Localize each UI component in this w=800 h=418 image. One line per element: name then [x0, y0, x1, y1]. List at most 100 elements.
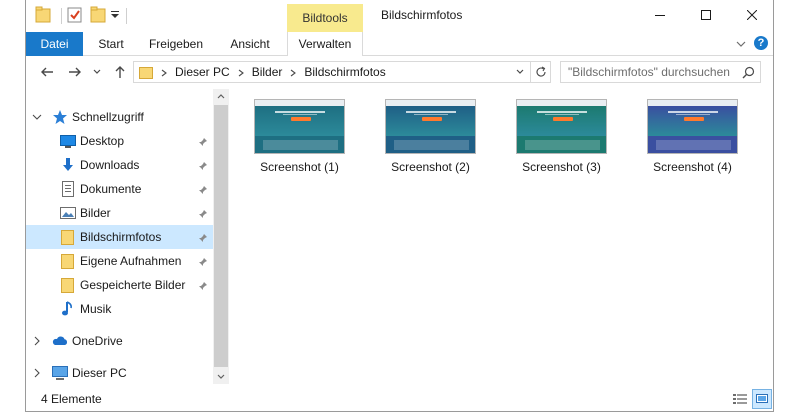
sidebar-item-downloads[interactable]: Downloads — [26, 153, 213, 177]
scrollbar-thumb[interactable] — [214, 105, 228, 367]
file-item[interactable]: Screenshot (1) — [241, 99, 351, 177]
folder-icon — [60, 229, 76, 245]
breadcrumb-bilder[interactable]: Bilder — [252, 65, 283, 79]
sidebar-item-gespeicherte-bilder[interactable]: Gespeicherte Bilder — [26, 273, 213, 297]
sidebar-item-label: Gespeicherte Bilder — [80, 278, 186, 292]
quick-access-folder-icon[interactable] — [35, 6, 51, 24]
sidebar-item-label: Bildschirmfotos — [80, 230, 162, 244]
quick-access-divider — [61, 8, 62, 24]
pin-icon[interactable] — [198, 208, 208, 218]
sidebar-item-bildschirmfotos[interactable]: Bildschirmfotos — [26, 225, 213, 249]
download-icon — [60, 157, 76, 173]
star-icon — [52, 109, 68, 125]
chevron-right-icon[interactable] — [157, 67, 171, 77]
refresh-icon[interactable] — [531, 61, 551, 83]
minimize-button[interactable] — [637, 0, 683, 30]
sidebar-item-dokumente[interactable]: Dokumente — [26, 177, 213, 201]
image-thumbnail — [385, 99, 476, 154]
context-tab-header: Bildtools — [287, 4, 363, 32]
sidebar-item-label: Dieser PC — [72, 366, 127, 380]
maximize-button[interactable] — [683, 0, 729, 30]
sidebar-item-musik[interactable]: Musik — [26, 297, 213, 321]
file-item[interactable]: Screenshot (2) — [372, 99, 482, 177]
breadcrumb-bildschirmfotos[interactable]: Bildschirmfotos — [304, 65, 385, 79]
address-bar[interactable]: Dieser PC Bilder Bildschirmfotos — [133, 61, 531, 83]
tab-ansicht[interactable]: Ansicht — [216, 32, 284, 56]
sidebar-item-label: OneDrive — [72, 334, 123, 348]
new-folder-icon[interactable] — [90, 6, 106, 24]
customize-toolbar-chevron-icon[interactable] — [110, 6, 120, 24]
folder-icon — [60, 277, 76, 293]
search-placeholder: "Bildschirmfotos" durchsuchen — [568, 65, 730, 79]
document-icon — [60, 181, 76, 197]
chevron-right-icon[interactable] — [234, 67, 248, 77]
sidebar-item-desktop[interactable]: Desktop — [26, 129, 213, 153]
window-title: Bildschirmfotos — [381, 8, 463, 22]
sidebar-item-onedrive[interactable]: OneDrive — [26, 329, 213, 353]
large-icons-view-icon[interactable] — [752, 389, 772, 409]
navigation-pane: Schnellzugriff Desktop Downloads Dokumen… — [26, 89, 213, 384]
sidebar-item-label: Downloads — [80, 158, 140, 172]
status-bar: 4 Elemente — [26, 386, 773, 411]
folder-icon — [60, 253, 76, 269]
sidebar-item-label: Schnellzugriff — [72, 110, 144, 124]
forward-arrow-icon[interactable] — [66, 63, 84, 81]
search-icon[interactable] — [742, 66, 755, 79]
expand-ribbon-chevron-icon[interactable] — [734, 37, 748, 51]
pin-icon[interactable] — [198, 256, 208, 266]
ribbon-tabs: Datei Start Freigeben Ansicht Verwalten … — [26, 32, 773, 56]
scroll-up-icon[interactable] — [213, 89, 229, 103]
tab-start[interactable]: Start — [85, 32, 137, 56]
file-name: Screenshot (4) — [653, 160, 732, 174]
address-row: Dieser PC Bilder Bildschirmfotos "Bildsc… — [26, 57, 773, 87]
pin-icon[interactable] — [198, 184, 208, 194]
chevron-right-icon[interactable] — [286, 67, 300, 77]
navigation-scrollbar[interactable] — [213, 89, 229, 384]
breadcrumb-dieser-pc[interactable]: Dieser PC — [175, 65, 230, 79]
music-icon — [60, 301, 76, 317]
image-thumbnail — [647, 99, 738, 154]
pin-icon[interactable] — [198, 160, 208, 170]
up-arrow-icon[interactable] — [111, 63, 129, 81]
sidebar-item-label: Desktop — [80, 134, 125, 148]
pin-icon[interactable] — [198, 136, 208, 146]
file-item[interactable]: Screenshot (3) — [503, 99, 613, 177]
cloud-icon — [52, 333, 68, 349]
item-count: 4 Elemente — [41, 392, 102, 406]
scroll-down-icon[interactable] — [213, 370, 229, 384]
pictures-icon — [60, 205, 76, 221]
sidebar-item-label: Musik — [80, 302, 112, 316]
sidebar-item-label: Dokumente — [80, 182, 142, 196]
tab-freigeben[interactable]: Freigeben — [138, 32, 214, 56]
sidebar-item-label: Eigene Aufnahmen — [80, 254, 182, 268]
chevron-right-icon[interactable] — [32, 336, 42, 346]
recent-locations-chevron-icon[interactable] — [92, 63, 102, 81]
pin-icon[interactable] — [198, 280, 208, 290]
pin-icon[interactable] — [198, 232, 208, 242]
back-arrow-icon[interactable] — [38, 63, 56, 81]
file-item[interactable]: Screenshot (4) — [634, 99, 744, 177]
chevron-down-icon[interactable] — [32, 112, 42, 122]
file-name: Screenshot (2) — [391, 160, 470, 174]
details-view-icon[interactable] — [732, 391, 748, 407]
file-list: Screenshot (1) Screenshot (2) Screenshot… — [231, 89, 773, 384]
image-thumbnail — [516, 99, 607, 154]
close-button[interactable] — [729, 0, 773, 30]
desktop-icon — [60, 133, 76, 149]
properties-check-icon[interactable] — [66, 6, 84, 24]
folder-icon — [139, 65, 153, 79]
sidebar-item-label: Bilder — [80, 206, 111, 220]
sidebar-item-dieser-pc[interactable]: Dieser PC — [26, 361, 213, 385]
tab-verwalten[interactable]: Verwalten — [287, 32, 363, 56]
sidebar-item-schnellzugriff[interactable]: Schnellzugriff — [26, 105, 213, 129]
chevron-right-icon[interactable] — [32, 368, 42, 378]
sidebar-item-bilder[interactable]: Bilder — [26, 201, 213, 225]
search-input[interactable]: "Bildschirmfotos" durchsuchen — [560, 61, 761, 83]
computer-icon — [52, 365, 68, 381]
quick-access-divider — [126, 8, 127, 24]
address-history-chevron-icon[interactable] — [510, 62, 530, 82]
sidebar-item-eigene-aufnahmen[interactable]: Eigene Aufnahmen — [26, 249, 213, 273]
help-button[interactable]: ? — [754, 36, 768, 50]
file-name: Screenshot (1) — [260, 160, 339, 174]
tab-datei[interactable]: Datei — [26, 32, 83, 56]
